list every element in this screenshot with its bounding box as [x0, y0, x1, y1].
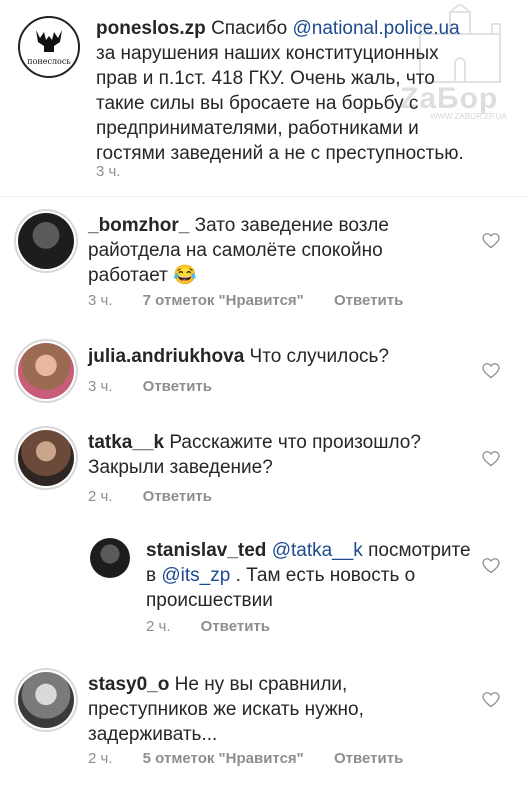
comment-text: stanislav_ted @tatka__k посмотрите в @it… — [146, 540, 471, 611]
timestamp: 2 ч. — [88, 488, 113, 505]
username[interactable]: _bomzhor_ — [88, 215, 189, 236]
comment-text: poneslos.zp Спасибо @national.police.ua … — [96, 18, 464, 164]
username[interactable]: julia.andriukhova — [88, 346, 244, 367]
avatar[interactable] — [18, 672, 74, 728]
like-heart-icon[interactable] — [482, 692, 500, 708]
comment-text: julia.andriukhova Что случилось? — [88, 346, 389, 367]
comment-text: _bomzhor_ Зато заведение возле райотдела… — [88, 215, 389, 286]
comment-text: tatka__k Расскажите что произошло? Закры… — [88, 432, 421, 478]
reply-button[interactable]: Ответить — [201, 618, 270, 635]
likes-count-link[interactable]: 7 отметок "Нравится" — [143, 292, 304, 309]
comment-meta: 2 ч. 5 отметок "Нравится" Ответить — [88, 750, 429, 767]
comment-meta: 3 ч. Ответить — [88, 378, 238, 395]
reply-button[interactable]: Ответить — [334, 292, 403, 309]
comment-text: stasy0_o Не ну вы сравнили, преступников… — [88, 674, 364, 745]
timestamp: 3 ч. — [88, 378, 113, 395]
avatar[interactable]: понеслось — [18, 16, 80, 78]
comment-meta: 3 ч. 7 отметок "Нравится" Ответить — [88, 292, 429, 309]
timestamp: 2 ч. — [88, 750, 113, 767]
likes-count-link[interactable]: 5 отметок "Нравится" — [143, 750, 304, 767]
svg-text:понеслось: понеслось — [27, 57, 71, 66]
like-heart-icon[interactable] — [482, 233, 500, 249]
mention-link[interactable]: @national.police.ua — [293, 18, 460, 39]
username[interactable]: stanislav_ted — [146, 540, 266, 561]
comment-meta: 3 ч. — [96, 163, 147, 180]
reply-button[interactable]: Ответить — [143, 488, 212, 505]
timestamp: 3 ч. — [88, 292, 113, 309]
moose-logo-icon: понеслось — [27, 30, 71, 66]
avatar[interactable] — [90, 538, 130, 578]
like-heart-icon[interactable] — [482, 451, 500, 467]
avatar[interactable] — [18, 343, 74, 399]
mention-link[interactable]: @its_zp — [161, 565, 230, 586]
avatar[interactable] — [18, 430, 74, 486]
reply-button[interactable]: Ответить — [143, 378, 212, 395]
like-heart-icon[interactable] — [482, 558, 500, 574]
comment-meta: 2 ч. Ответить — [88, 488, 238, 505]
like-heart-icon[interactable] — [482, 363, 500, 379]
username[interactable]: poneslos.zp — [96, 18, 206, 39]
timestamp: 2 ч. — [146, 618, 171, 635]
username[interactable]: stasy0_o — [88, 674, 169, 695]
username[interactable]: tatka__k — [88, 432, 164, 453]
avatar[interactable] — [18, 213, 74, 269]
mention-link[interactable]: @tatka__k — [272, 540, 363, 561]
comment-meta: 2 ч. Ответить — [146, 618, 296, 635]
reply-button[interactable]: Ответить — [334, 750, 403, 767]
divider — [0, 196, 528, 197]
timestamp: 3 ч. — [96, 163, 121, 180]
